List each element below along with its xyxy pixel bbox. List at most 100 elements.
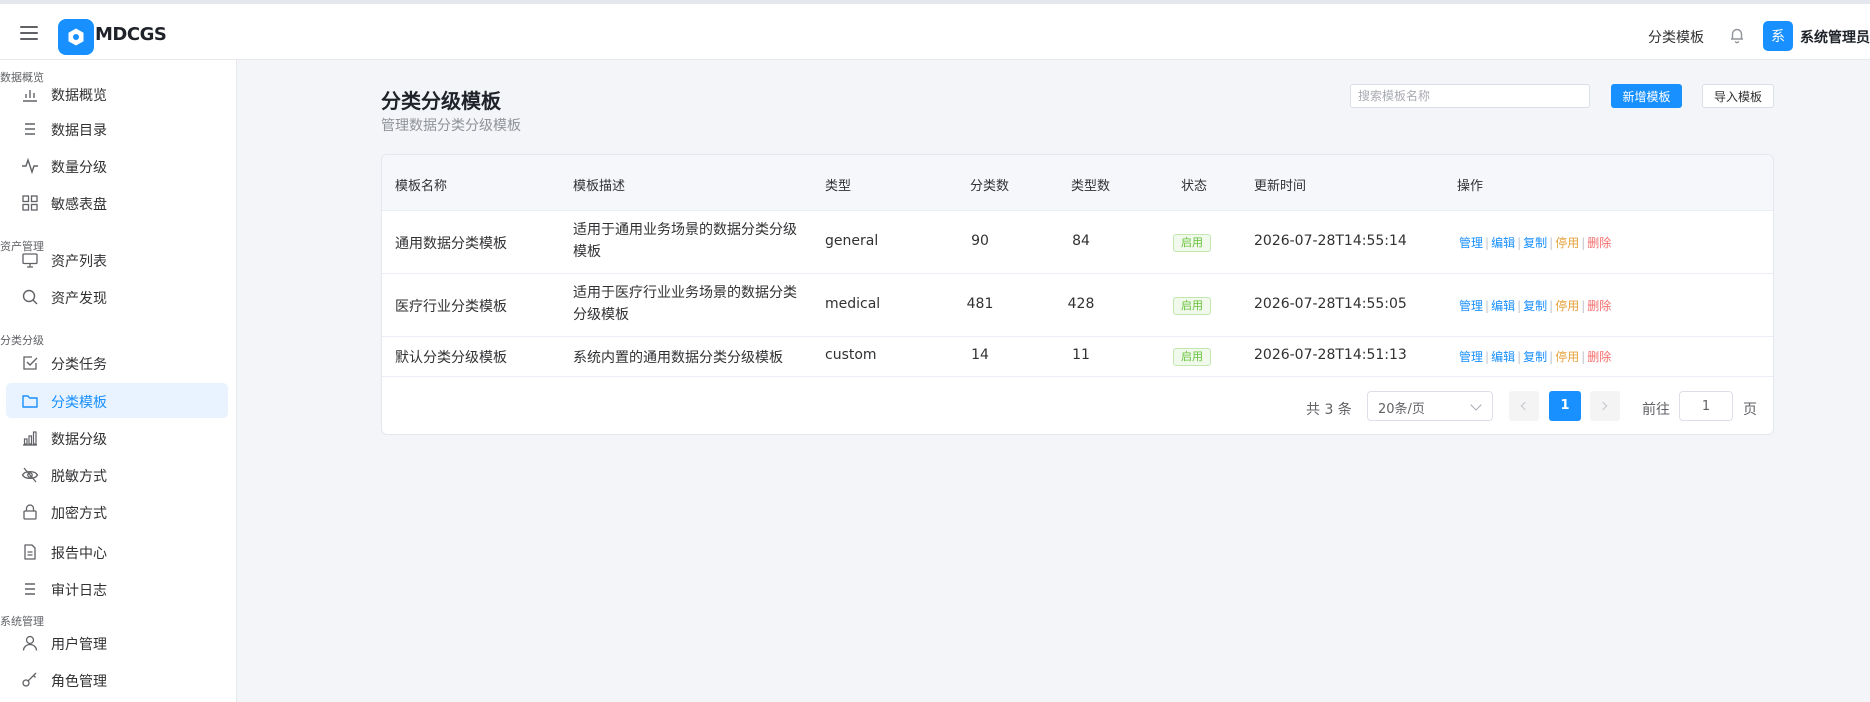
column-header-actions: 操作 <box>1457 179 1484 194</box>
sidebar-item-classification-templates[interactable]: 分类模板 <box>6 383 228 418</box>
manage-link[interactable]: 管理 <box>1459 236 1483 250</box>
avatar[interactable]: 系 <box>1763 21 1793 51</box>
checkbox-icon <box>21 354 39 372</box>
sidebar-item-sensitivity-dashboard[interactable]: 敏感表盘 <box>6 185 228 220</box>
search-input[interactable] <box>1350 84 1590 108</box>
page-number-current[interactable]: 1 <box>1549 391 1581 421</box>
cell-category-count: 90 <box>971 233 989 249</box>
eye-off-icon <box>21 466 39 484</box>
cell-template-description: 适用于通用业务场景的数据分类分级模板 <box>573 222 797 260</box>
sidebar-item-asset-list[interactable]: 资产列表 <box>6 242 228 277</box>
sidebar-item-label: 敏感表盘 <box>51 197 107 213</box>
edit-link[interactable]: 编辑 <box>1491 299 1515 313</box>
sidebar-item-report-center[interactable]: 报告中心 <box>6 534 228 569</box>
topbar-link-templates[interactable]: 分类模板 <box>1648 27 1704 47</box>
sidebar-item-audit-log[interactable]: 审计日志 <box>6 571 228 606</box>
action-separator: | <box>1581 350 1586 364</box>
edit-link[interactable]: 编辑 <box>1491 236 1515 250</box>
sidebar-item-label: 数据概览 <box>51 88 107 104</box>
top-bar: MDCGS 分类模板 系 系统管理员 <box>0 0 1870 60</box>
cell-updated-time: 2026-07-28T14:55:14 <box>1254 233 1407 249</box>
goto-label: 前往 <box>1642 402 1670 418</box>
sidebar-item-data-overview[interactable]: 数据概览 <box>6 76 228 111</box>
cell-template-name: 默认分类分级模板 <box>395 350 507 366</box>
action-separator: | <box>1517 350 1522 364</box>
disable-link[interactable]: 停用 <box>1555 350 1579 364</box>
pagination-total: 共 3 条 <box>1306 402 1352 418</box>
monitor-icon <box>21 251 39 269</box>
row-actions: 管理 | 编辑 | 复制 | 停用 | 删除 <box>1459 234 1611 251</box>
import-template-button[interactable]: 导入模板 <box>1702 84 1774 108</box>
copy-link[interactable]: 复制 <box>1523 236 1547 250</box>
cell-type-count: 11 <box>1072 347 1090 363</box>
delete-link[interactable]: 删除 <box>1587 299 1611 313</box>
table-row: 通用数据分类模板 适用于通用业务场景的数据分类分级模板 general 90 8… <box>382 211 1773 274</box>
action-separator: | <box>1549 299 1554 313</box>
delete-link[interactable]: 删除 <box>1587 236 1611 250</box>
cell-category-count: 14 <box>971 347 989 363</box>
disable-link[interactable]: 停用 <box>1555 236 1579 250</box>
delete-link[interactable]: 删除 <box>1587 350 1611 364</box>
sidebar-item-classification-tasks[interactable]: 分类任务 <box>6 345 228 380</box>
column-header-category-count: 分类数 <box>970 179 1010 194</box>
list-icon <box>21 580 39 598</box>
sidebar-item-label: 用户管理 <box>51 637 107 653</box>
edit-link[interactable]: 编辑 <box>1491 350 1515 364</box>
column-header-name: 模板名称 <box>395 179 448 194</box>
manage-link[interactable]: 管理 <box>1459 350 1483 364</box>
disable-link[interactable]: 停用 <box>1555 299 1579 313</box>
cell-template-description: 适用于医疗行业业务场景的数据分类分级模板 <box>573 285 797 323</box>
username[interactable]: 系统管理员 <box>1800 27 1870 47</box>
copy-link[interactable]: 复制 <box>1523 299 1547 313</box>
hamburger-menu-icon[interactable] <box>20 26 38 40</box>
sidebar-item-label: 脱敏方式 <box>51 469 107 485</box>
sidebar-item-label: 数据分级 <box>51 432 107 448</box>
status-badge: 启用 <box>1173 234 1211 252</box>
signal-bars-icon <box>21 429 39 447</box>
activity-icon <box>21 157 39 175</box>
cell-template-name: 医疗行业分类模板 <box>395 299 507 315</box>
cell-type-count: 84 <box>1072 233 1090 249</box>
goto-page-input[interactable] <box>1679 391 1733 421</box>
sidebar-item-data-grading[interactable]: 数据分级 <box>6 420 228 455</box>
key-icon <box>21 671 39 689</box>
sidebar-item-user-management[interactable]: 用户管理 <box>6 625 228 660</box>
action-separator: | <box>1485 299 1490 313</box>
sidebar-item-encryption-methods[interactable]: 加密方式 <box>6 494 228 529</box>
document-icon <box>21 543 39 561</box>
chevron-right-icon <box>1598 401 1608 411</box>
sidebar-item-label: 加密方式 <box>51 506 107 522</box>
sidebar-item-data-catalog[interactable]: 数据目录 <box>6 111 228 146</box>
add-template-button[interactable]: 新增模板 <box>1611 84 1682 108</box>
sidebar-item-label: 资产列表 <box>51 254 107 270</box>
sidebar-item-quantity-grading[interactable]: 数量分级 <box>6 148 228 183</box>
table-row: 医疗行业分类模板 适用于医疗行业业务场景的数据分类分级模板 medical 48… <box>382 274 1773 337</box>
sidebar-item-masking-methods[interactable]: 脱敏方式 <box>6 457 228 492</box>
sidebar-item-label: 分类任务 <box>51 357 107 373</box>
manage-link[interactable]: 管理 <box>1459 299 1483 313</box>
cell-updated-time: 2026-07-28T14:55:05 <box>1254 296 1407 312</box>
page-size-select[interactable]: 20条/页 <box>1367 391 1493 421</box>
sidebar: 数据概览 数据概览 数据目录 数量分级 敏感表盘 资产管理 资产列表 资产发现 … <box>0 60 237 702</box>
next-page-button[interactable] <box>1590 391 1620 421</box>
cell-template-type: medical <box>825 296 881 312</box>
page-size-value: 20条/页 <box>1378 402 1425 417</box>
sidebar-item-label: 角色管理 <box>51 674 107 690</box>
sidebar-item-role-management[interactable]: 角色管理 <box>6 662 228 697</box>
cell-template-type: general <box>825 233 879 249</box>
action-separator: | <box>1485 350 1490 364</box>
column-header-updated-time: 更新时间 <box>1254 179 1307 194</box>
bell-icon[interactable] <box>1728 26 1746 44</box>
logo-icon <box>58 19 94 55</box>
action-separator: | <box>1517 236 1522 250</box>
cell-type-count: 428 <box>1067 296 1095 312</box>
user-icon <box>21 634 39 652</box>
prev-page-button[interactable] <box>1509 391 1539 421</box>
cell-template-description: 系统内置的通用数据分类分级模板 <box>573 350 783 366</box>
sidebar-item-asset-discovery[interactable]: 资产发现 <box>6 279 228 314</box>
grid-icon <box>21 194 39 212</box>
cell-updated-time: 2026-07-28T14:51:13 <box>1254 347 1407 363</box>
copy-link[interactable]: 复制 <box>1523 350 1547 364</box>
folder-icon <box>21 392 39 410</box>
table-header: 模板名称 模板描述 类型 分类数 类型数 状态 更新时间 操作 <box>382 155 1773 211</box>
